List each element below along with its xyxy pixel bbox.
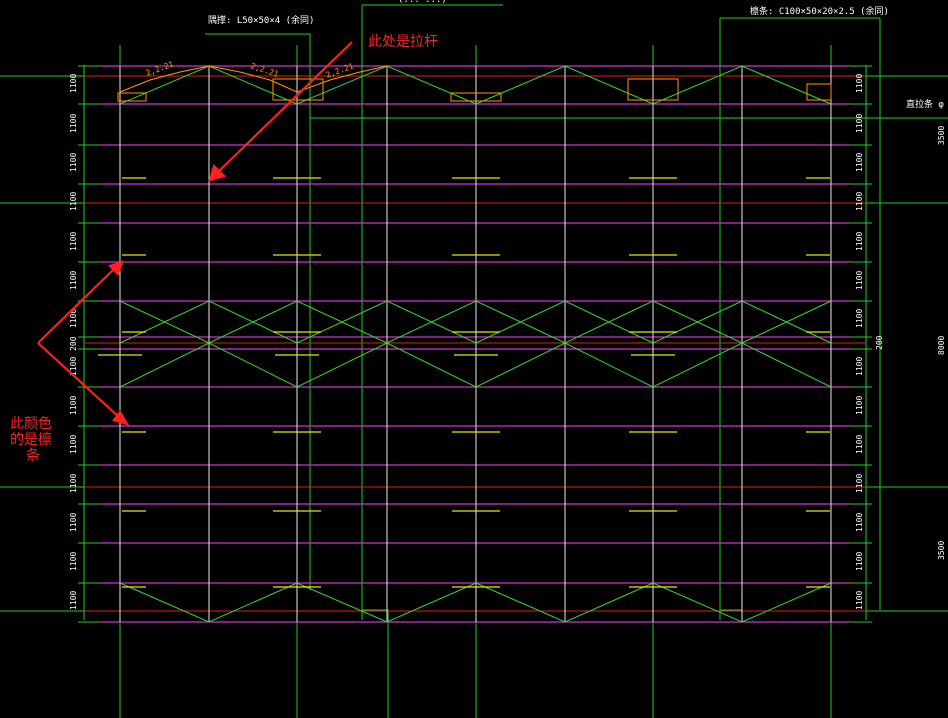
right-dim-label: 1100 [855, 74, 864, 93]
purlin-annotation-line-2: 的是檩 [10, 431, 52, 448]
right-dim-bottom: 3500 [937, 541, 946, 560]
left-dim-label: 1100 [69, 435, 78, 454]
top-center-fragment: (... ...) [398, 0, 447, 5]
right-dim-mid: 8000 [937, 336, 946, 355]
drawing-background [0, 0, 948, 718]
right-dim-label: 1100 [855, 114, 864, 133]
right-dim-label: 1100 [855, 357, 864, 376]
purlin-annotation-line-3: 条 [26, 447, 40, 464]
right-dim-label: 1100 [855, 435, 864, 454]
purlin-annotation-line-1: 此颜色 [10, 415, 52, 432]
right-dim-label: 1100 [855, 232, 864, 251]
right-dim-label: 1100 [855, 153, 864, 172]
tie-rod-spec-partial: 直拉条 φ [906, 98, 944, 110]
left-dimension-labels: 1100 1100 1100 1100 1100 1100 1100 200 1100 1100 1… [69, 74, 78, 610]
left-dim-label: 1100 [69, 114, 78, 133]
brace-spec-label: 隅撑: L50×50×4 (余同) [208, 14, 314, 26]
left-dim-label: 1100 [69, 192, 78, 211]
left-dim-label: 1100 [69, 591, 78, 610]
left-dim-label: 1100 [69, 153, 78, 172]
right-dim-label: 1100 [855, 513, 864, 532]
left-dim-label: 1100 [69, 271, 78, 290]
left-dim-label: 1100 [69, 396, 78, 415]
left-dim-label: 1100 [69, 474, 78, 493]
left-dim-label: 1100 [69, 232, 78, 251]
right-dim-label: 1100 [855, 591, 864, 610]
left-dim-label: 1100 [69, 513, 78, 532]
right-dim-label: 1100 [855, 309, 864, 328]
right-dim-label: 1100 [855, 396, 864, 415]
left-dim-label: 1100 [69, 552, 78, 571]
right-dim-label: 1100 [855, 271, 864, 290]
roof-framing-plan-drawing: 2,2.21 2,2.21 2,2.21 1100110011001100110… [0, 0, 948, 718]
tie-rod-annotation: 此处是拉杆 [368, 34, 438, 50]
right-dim-top: 3500 [937, 126, 946, 145]
left-dim-label: 200 [69, 336, 78, 351]
left-dim-label: 1100 [69, 74, 78, 93]
right-dim-label: 1100 [855, 474, 864, 493]
right-dim-label: 1100 [855, 192, 864, 211]
right-dim-label: 1100 [855, 552, 864, 571]
purlin-spec-label: 檩条: C100×50×20×2.5 (余同) [750, 5, 889, 17]
mid-tick-label: 200 [875, 335, 884, 350]
